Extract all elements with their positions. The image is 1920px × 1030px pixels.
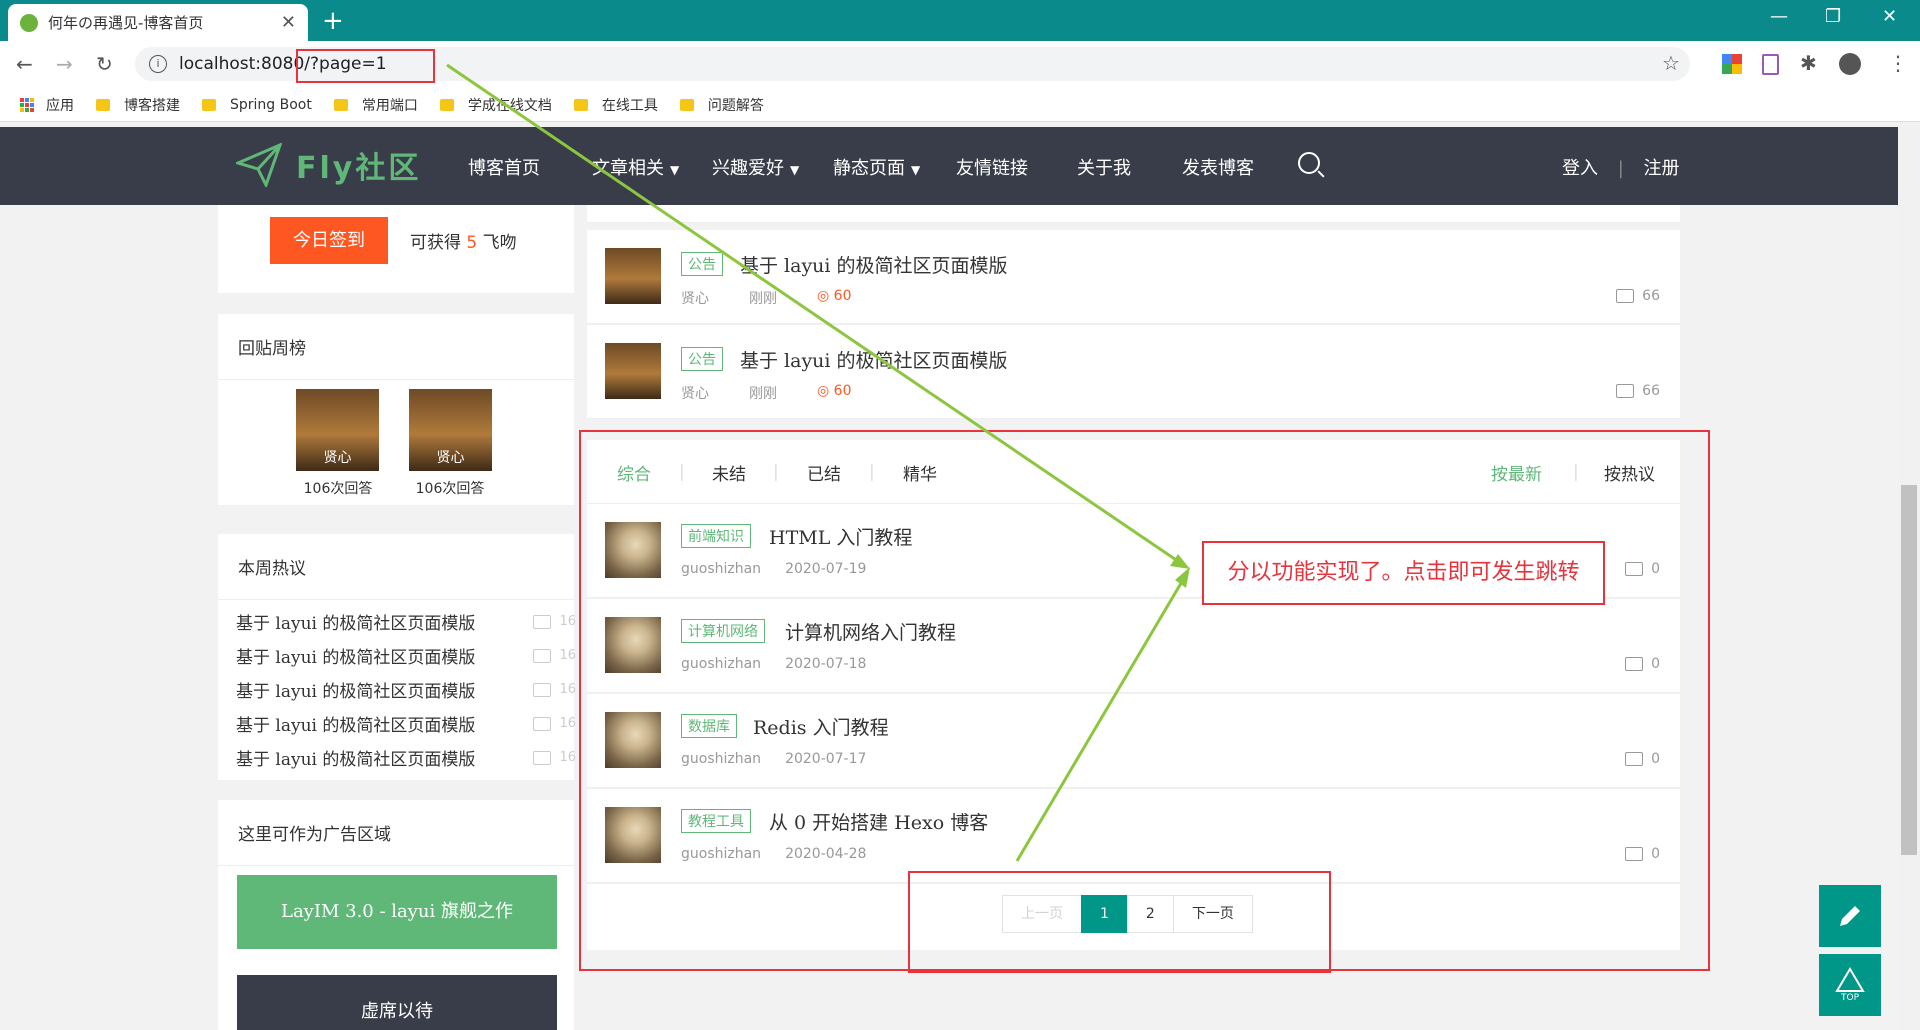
edit-fixbar-button[interactable] <box>1819 885 1881 947</box>
arrow-head <box>1175 567 1190 588</box>
top-arrow-icon <box>1835 967 1865 992</box>
top-label: TOP <box>1840 993 1859 1003</box>
annotation-arrows <box>446 63 1190 862</box>
arrow-from-url <box>446 63 1186 568</box>
scrollbar-thumb[interactable] <box>1901 485 1917 855</box>
back-to-top-button[interactable]: TOP <box>1819 954 1881 1016</box>
arrow-from-pager <box>1015 572 1189 862</box>
pencil-icon <box>1840 906 1860 926</box>
annotation-note: 分以功能实现了。点击即可发生跳转 <box>1202 541 1605 605</box>
